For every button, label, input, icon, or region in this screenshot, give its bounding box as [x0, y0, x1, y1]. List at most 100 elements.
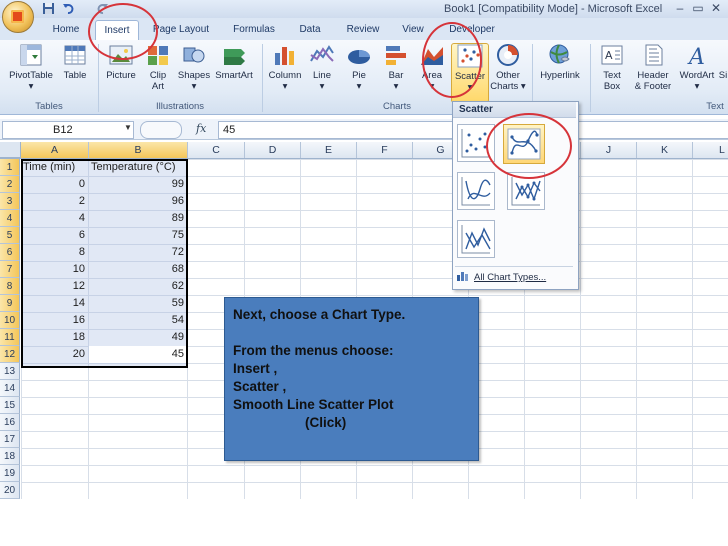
row-header[interactable]: 1: [0, 159, 20, 176]
signature-line-button[interactable]: Si: [716, 43, 728, 101]
cell-a5[interactable]: 6: [21, 227, 87, 244]
row-header[interactable]: 2: [0, 176, 20, 193]
row-header[interactable]: 13: [0, 363, 20, 380]
cell-b12-active[interactable]: 45: [89, 346, 186, 363]
row-header[interactable]: 7: [0, 261, 20, 278]
smartart-icon: [221, 43, 247, 67]
group-label-illustrations: Illustrations: [155, 101, 205, 112]
tab-formulas[interactable]: Formulas: [228, 20, 280, 40]
column-header-b[interactable]: B: [89, 142, 188, 158]
cell-b1[interactable]: Temperature (°C): [89, 159, 188, 176]
cell-a3[interactable]: 2: [21, 193, 87, 210]
bar-chart-button[interactable]: Bar ▾: [380, 43, 412, 101]
cell-b11[interactable]: 49: [89, 329, 186, 346]
other-charts-button[interactable]: Other Charts ▾: [490, 43, 526, 101]
cell-b10[interactable]: 54: [89, 312, 186, 329]
row-header[interactable]: 9: [0, 295, 20, 312]
all-chart-types-link[interactable]: All Chart Types...: [456, 270, 574, 286]
column-header-k[interactable]: K: [637, 142, 693, 158]
column-header-a[interactable]: A: [21, 142, 89, 158]
row-header[interactable]: 18: [0, 448, 20, 465]
wordart-button[interactable]: A WordArt ▾: [678, 43, 716, 101]
column-chart-button[interactable]: Column ▾: [265, 43, 305, 101]
select-all-button[interactable]: [0, 142, 21, 158]
hyperlink-button[interactable]: Hyperlink: [536, 43, 584, 101]
row-header[interactable]: 6: [0, 244, 20, 261]
smartart-button[interactable]: SmartArt: [212, 43, 256, 101]
row-header[interactable]: 14: [0, 380, 20, 397]
cell-a4[interactable]: 4: [21, 210, 87, 227]
row-header[interactable]: 19: [0, 465, 20, 482]
cell-b2[interactable]: 99: [89, 176, 186, 193]
tab-home[interactable]: Home: [46, 20, 86, 40]
name-box[interactable]: B12: [2, 121, 134, 139]
row-header[interactable]: 8: [0, 278, 20, 295]
hyperlink-icon: [547, 43, 573, 67]
column-header-c[interactable]: C: [188, 142, 245, 158]
cell-b9[interactable]: 59: [89, 295, 186, 312]
cell-a11[interactable]: 18: [21, 329, 87, 346]
column-header-e[interactable]: E: [301, 142, 357, 158]
pie-chart-button[interactable]: Pie ▾: [342, 43, 376, 101]
minimize-button[interactable]: –: [672, 1, 688, 15]
close-button[interactable]: ✕: [708, 1, 724, 15]
tab-view[interactable]: View: [396, 20, 430, 40]
window-title: Book1 [Compatibility Mode] - Microsoft E…: [444, 3, 663, 15]
scatter-smooth-lines-option[interactable]: [457, 172, 495, 210]
cell-b8[interactable]: 62: [89, 278, 186, 295]
tab-data[interactable]: Data: [292, 20, 328, 40]
tab-review[interactable]: Review: [340, 20, 386, 40]
column-header-l[interactable]: L: [693, 142, 728, 158]
instruction-callout: Next, choose a Chart Type. From the menu…: [224, 297, 479, 461]
cell-a9[interactable]: 14: [21, 295, 87, 312]
text-box-button[interactable]: A Text Box: [596, 43, 628, 101]
row-header[interactable]: 10: [0, 312, 20, 329]
cell-a8[interactable]: 12: [21, 278, 87, 295]
cell-b6[interactable]: 72: [89, 244, 186, 261]
row-header[interactable]: 5: [0, 227, 20, 244]
formula-bar-expander[interactable]: [140, 121, 182, 139]
pivottable-button[interactable]: PivotTable ▾: [4, 43, 58, 101]
column-header-f[interactable]: F: [357, 142, 413, 158]
cell-a6[interactable]: 8: [21, 244, 87, 261]
header-footer-button[interactable]: Header & Footer: [630, 43, 676, 101]
scatter-straight-lines-option[interactable]: [457, 220, 495, 258]
office-button[interactable]: [2, 1, 34, 33]
text-box-icon: A: [599, 43, 625, 67]
cell-b3[interactable]: 96: [89, 193, 186, 210]
chart-types-icon: [457, 272, 468, 281]
row-header[interactable]: 16: [0, 414, 20, 431]
row-header[interactable]: 11: [0, 329, 20, 346]
row-header[interactable]: 12: [0, 346, 20, 363]
save-icon[interactable]: [42, 2, 55, 15]
column-header-d[interactable]: D: [245, 142, 301, 158]
column-header-j[interactable]: J: [581, 142, 637, 158]
maximize-button[interactable]: ▭: [690, 1, 706, 15]
wordart-icon: A: [684, 43, 710, 70]
table-button[interactable]: Table: [58, 43, 92, 101]
scatter-straight-lines-icon: [461, 225, 491, 254]
cell-b7[interactable]: 68: [89, 261, 186, 278]
group-label-text: Text: [706, 101, 724, 112]
cell-a1[interactable]: Time (min): [21, 159, 89, 176]
row-header[interactable]: 17: [0, 431, 20, 448]
cell-a10[interactable]: 16: [21, 312, 87, 329]
cell-a12[interactable]: 20: [21, 346, 87, 363]
shapes-button[interactable]: Shapes ▾: [176, 43, 212, 101]
other-charts-icon: [495, 43, 521, 67]
cell-b5[interactable]: 75: [89, 227, 186, 244]
row-header[interactable]: 3: [0, 193, 20, 210]
shapes-icon: [181, 43, 207, 67]
undo-icon[interactable]: [62, 2, 75, 15]
name-box-dropdown-icon[interactable]: ▼: [124, 123, 132, 132]
row-header[interactable]: 20: [0, 482, 20, 499]
insert-function-button[interactable]: fx: [196, 121, 214, 137]
cell-a7[interactable]: 10: [21, 261, 87, 278]
line-chart-button[interactable]: Line ▾: [306, 43, 338, 101]
row-header[interactable]: 15: [0, 397, 20, 414]
row-header[interactable]: 4: [0, 210, 20, 227]
cell-b4[interactable]: 89: [89, 210, 186, 227]
line-chart-icon: [309, 43, 335, 67]
cell-a2[interactable]: 0: [21, 176, 87, 193]
group-label-tables: Tables: [35, 101, 63, 112]
